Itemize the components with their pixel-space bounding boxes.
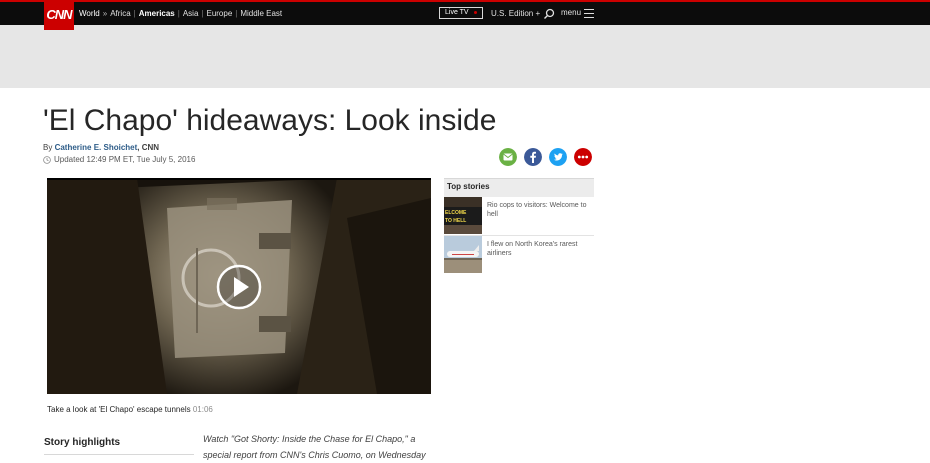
- nav-world-link[interactable]: World: [79, 9, 100, 18]
- nav-region-americas[interactable]: Americas: [139, 9, 175, 18]
- story-thumbnail[interactable]: [444, 236, 482, 273]
- live-tv-label: Live TV: [445, 9, 469, 16]
- story-title[interactable]: Rio cops to visitors: Welcome to hell: [487, 201, 592, 219]
- article-body-intro: Watch "Got Shorty: Inside the Chase for …: [203, 431, 435, 463]
- edition-caret-icon: +: [535, 9, 541, 18]
- video-duration: 01:06: [192, 405, 213, 414]
- advertisement-banner: [0, 25, 930, 88]
- more-icon[interactable]: [574, 148, 592, 166]
- edition-selector[interactable]: U.S. Edition +: [491, 2, 540, 25]
- article-byline: By Catherine E. Shoichet, CNN: [43, 143, 159, 152]
- article-headline: 'El Chapo' hideaways: Look inside: [43, 104, 497, 137]
- nav-region-middle-east[interactable]: Middle East: [240, 9, 282, 18]
- svg-text:ELCOME: ELCOME: [445, 210, 467, 216]
- article-body-line: Watch "Got Shorty: Inside the Chase for …: [203, 434, 416, 444]
- cnn-logo[interactable]: CNN: [44, 0, 74, 30]
- top-story-item[interactable]: I flew on North Korea's rarest airliners: [444, 236, 594, 273]
- highlights-divider: [44, 454, 194, 455]
- hamburger-menu-icon[interactable]: [584, 9, 594, 18]
- video-caption-text: Take a look at 'El Chapo' escape tunnels: [47, 405, 191, 414]
- clock-icon: [43, 155, 51, 164]
- updated-text: Updated 12:49 PM ET, Tue July 5, 2016: [54, 155, 196, 164]
- story-thumbnail[interactable]: ELCOME TO HELL: [444, 197, 482, 234]
- top-navigation-bar: World » Africa | Americas | Asia | Europ…: [0, 2, 930, 25]
- nav-arrow-icon: »: [102, 9, 108, 18]
- byline-publisher: , CNN: [137, 143, 160, 152]
- region-nav: World » Africa | Americas | Asia | Europ…: [79, 9, 283, 18]
- nav-region-asia[interactable]: Asia: [183, 9, 199, 18]
- menu-label[interactable]: menu: [561, 2, 581, 25]
- nav-region-europe[interactable]: Europe: [206, 9, 232, 18]
- edition-label: U.S. Edition: [491, 9, 534, 18]
- author-link[interactable]: Catherine E. Shoichet: [55, 143, 138, 152]
- story-highlights-heading: Story highlights: [44, 437, 121, 448]
- top-stories-heading: Top stories: [444, 178, 594, 197]
- byline-prefix: By: [43, 143, 53, 152]
- svg-text:TO HELL: TO HELL: [445, 218, 466, 224]
- article-timestamp: Updated 12:49 PM ET, Tue July 5, 2016: [43, 155, 195, 164]
- search-icon[interactable]: [543, 8, 555, 20]
- top-story-item[interactable]: ELCOME TO HELL Rio cops to visitors: Wel…: [444, 197, 594, 234]
- story-title[interactable]: I flew on North Korea's rarest airliners: [487, 240, 592, 258]
- play-icon[interactable]: [216, 264, 262, 310]
- email-icon[interactable]: [499, 148, 517, 166]
- video-caption: Take a look at 'El Chapo' escape tunnels…: [47, 405, 213, 414]
- live-tv-button[interactable]: Live TV: [439, 7, 483, 19]
- twitter-icon[interactable]: [549, 148, 567, 166]
- nav-region-africa[interactable]: Africa: [110, 9, 130, 18]
- article-body-line: special report from CNN's Chris Cuomo, o…: [203, 450, 426, 460]
- facebook-icon[interactable]: [524, 148, 542, 166]
- live-indicator-icon: [473, 10, 477, 14]
